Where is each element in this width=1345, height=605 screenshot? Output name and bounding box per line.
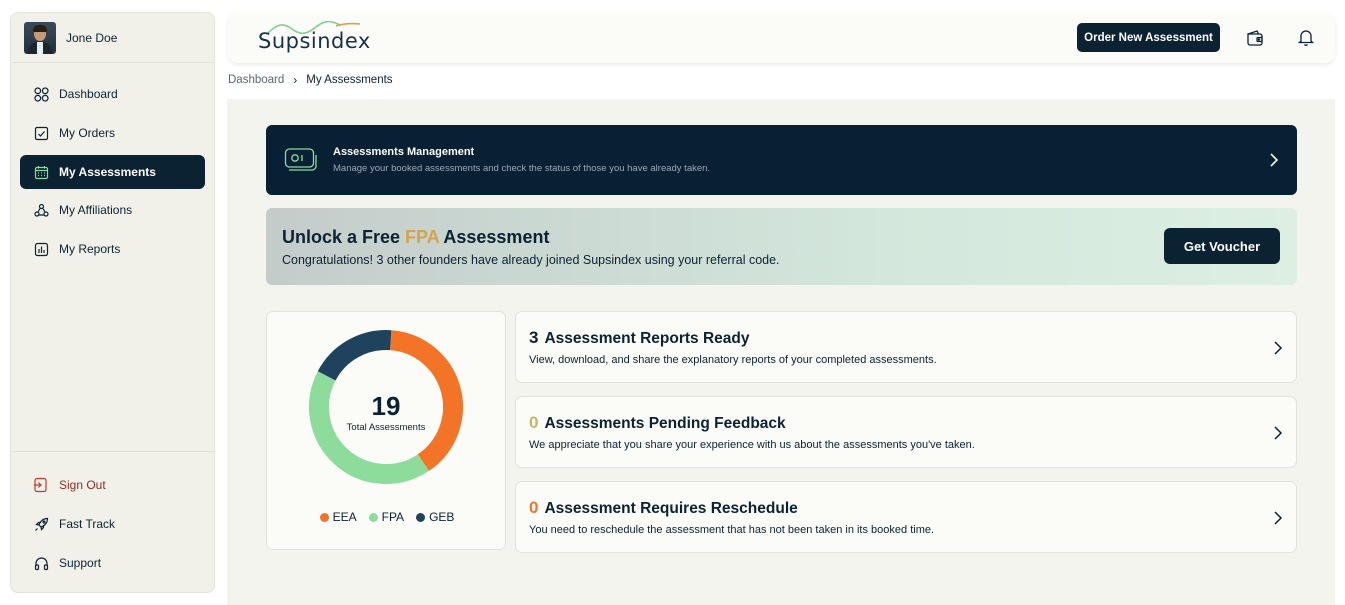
card-title-text: Assessment Requires Reschedule [544,500,798,517]
sidebar-item-my-affiliations[interactable]: My Affiliations [20,193,205,227]
legend-label: GEB [429,510,455,524]
pending-feedback-card[interactable]: 0 Assessments Pending Feedback We appreci… [515,396,1297,468]
breadcrumb-current: My Assessments [306,74,393,86]
sign-out-icon [33,477,49,493]
legend-dot [319,512,329,522]
promo-subtitle: Congratulations! 3 other founders have a… [282,253,780,267]
user-name: Jone Doe [66,31,118,45]
orders-icon [33,125,49,141]
sidebar-item-label: My Affiliations [59,203,133,217]
reports-ready-card[interactable]: 3 Assessment Reports Ready View, download… [515,311,1297,383]
sidebar-item-label: Fast Track [59,517,116,531]
grid-icon [33,86,49,102]
sign-out-button[interactable]: Sign Out [20,468,205,502]
sidebar-item-dashboard[interactable]: Dashboard [20,77,205,111]
card-description: You need to reschedule the assessment th… [529,524,935,536]
sidebar-item-my-reports[interactable]: My Reports [20,232,205,266]
assessment-ticket-icon [284,146,318,174]
wallet-icon[interactable] [1245,28,1265,48]
sidebar-item-my-assessments[interactable]: My Assessments [20,155,205,189]
chevron-right-icon [1272,425,1284,441]
sidebar-item-label: My Reports [59,242,121,256]
donut-slice-geb [317,330,392,381]
promo-title-highlight: FPA [405,227,440,247]
sidebar-item-label: Dashboard [59,87,118,101]
affiliations-icon [33,202,49,218]
referral-promo-banner: Unlock a Free FPA Assessment Congratulat… [266,208,1297,285]
sidebar-item-support[interactable]: Support [20,546,205,580]
card-description: View, download, and share the explanator… [529,354,937,366]
legend-dot [416,512,426,522]
sidebar-item-label: Sign Out [59,478,106,492]
assessments-management-banner[interactable]: Assessments Management Manage your booke… [266,125,1297,195]
bell-icon[interactable] [1296,27,1316,47]
logo[interactable]: Supsindex [258,21,370,55]
promo-title-suffix: Assessment [439,227,550,247]
reports-icon [33,241,49,257]
promo-title: Unlock a Free FPA Assessment [282,227,549,248]
card-description: We appreciate that you share your experi… [529,439,975,451]
card-title: 3 Assessment Reports Ready [529,328,750,348]
card-title: 0 Assessments Pending Feedback [529,413,786,433]
rocket-icon [33,516,49,532]
legend-item-geb: GEB [416,510,454,524]
sidebar-item-label: My Assessments [59,165,156,179]
chevron-right-icon [1272,510,1284,526]
chevron-right-icon: › [293,73,298,87]
breadcrumb: Dashboard › My Assessments [228,73,393,87]
divider [11,451,214,452]
chart-legend: EEA FPA GEB [267,510,507,524]
chevron-right-icon [1272,340,1284,356]
chevron-right-icon [1267,151,1281,169]
card-count: 0 [529,498,539,517]
card-count: 0 [529,413,539,432]
sidebar-item-my-orders[interactable]: My Orders [20,116,205,150]
order-new-assessment-button[interactable]: Order New Assessment [1077,23,1220,52]
legend-item-eea: EEA [319,510,357,524]
card-title-text: Assessments Pending Feedback [544,415,786,432]
assessments-donut-chart-card: 19 Total Assessments EEA FPA GEB [266,311,506,550]
calendar-icon [33,164,49,180]
legend-label: FPA [381,510,405,524]
card-count: 3 [529,328,539,347]
get-voucher-button[interactable]: Get Voucher [1164,228,1280,264]
logo-text: Supsindex [258,29,371,53]
management-title: Assessments Management [333,146,475,158]
legend-dot [368,512,378,522]
total-count: 19 [372,391,401,421]
main-content: Assessments Management Manage your booke… [227,99,1335,605]
requires-reschedule-card[interactable]: 0 Assessment Requires Reschedule You need… [515,481,1297,553]
user-profile[interactable]: Jone Doe [24,22,117,54]
sidebar-item-fast-track[interactable]: Fast Track [20,507,205,541]
divider [11,62,214,63]
card-title-text: Assessment Reports Ready [544,330,750,347]
management-subtitle: Manage your booked assessments and check… [333,163,711,174]
promo-title-prefix: Unlock a Free [282,227,406,247]
sidebar-item-label: Support [59,556,102,570]
total-label: Total Assessments [347,422,426,433]
legend-label: EEA [332,510,357,524]
card-title: 0 Assessment Requires Reschedule [529,498,798,518]
sidebar-item-label: My Orders [59,126,116,140]
top-bar: Supsindex Order New Assessment [228,12,1335,63]
avatar [24,22,56,54]
sidebar: Jone Doe Dashboard My Orders My Assessme… [10,12,215,593]
headset-icon [33,555,49,571]
legend-item-fpa: FPA [368,510,405,524]
breadcrumb-link-dashboard[interactable]: Dashboard [228,74,284,86]
donut-chart: 19 Total Assessments [309,330,463,484]
